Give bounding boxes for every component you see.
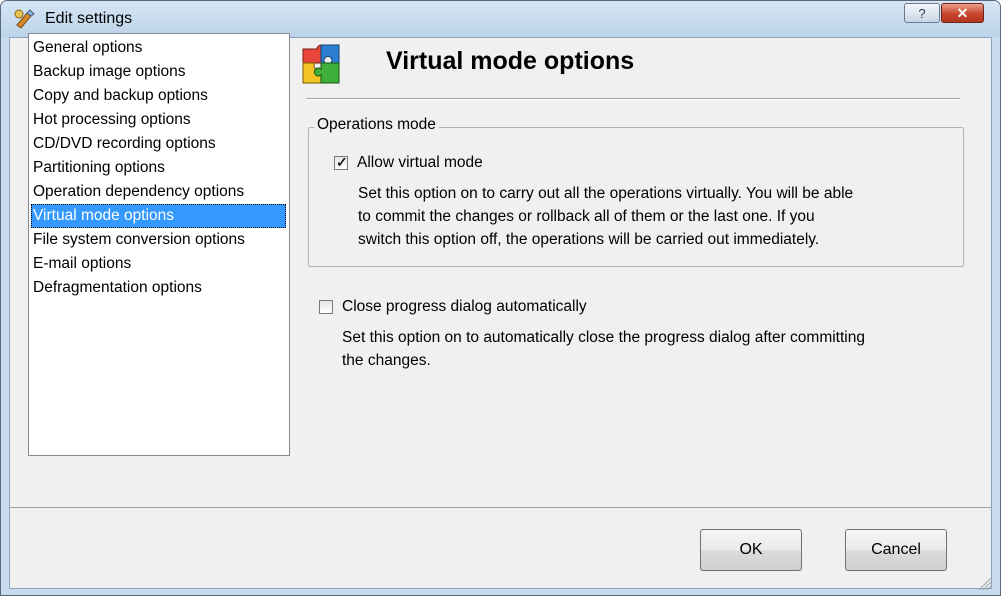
- page-title: Virtual mode options: [386, 47, 635, 75]
- list-item-partitioning[interactable]: Partitioning options: [31, 156, 286, 180]
- list-item-hot-processing[interactable]: Hot processing options: [31, 108, 286, 132]
- allow-virtual-mode-description-1: Set this option on to carry out all the …: [358, 185, 854, 202]
- header-divider: [306, 98, 960, 100]
- puzzle-icon: [302, 44, 340, 84]
- ok-button[interactable]: OK: [700, 529, 802, 571]
- window-title: Edit settings: [45, 10, 133, 27]
- close-progress-checkbox[interactable]: [319, 300, 333, 314]
- close-progress-label[interactable]: Close progress dialog automatically: [342, 295, 587, 318]
- list-item-copy-backup[interactable]: Copy and backup options: [31, 84, 286, 108]
- allow-virtual-mode-description-2: to commit the changes or rollback all of…: [358, 208, 815, 225]
- edit-settings-window: Edit settings ? ✕ General options Backup…: [0, 0, 1001, 596]
- close-button[interactable]: ✕: [941, 3, 984, 23]
- list-item-general[interactable]: General options: [31, 36, 286, 60]
- title-bar[interactable]: Edit settings ? ✕: [1, 1, 1000, 37]
- list-item-cd-dvd[interactable]: CD/DVD recording options: [31, 132, 286, 156]
- help-button[interactable]: ?: [904, 3, 940, 23]
- list-item-virtual-mode[interactable]: Virtual mode options: [31, 204, 286, 228]
- list-item-backup-image[interactable]: Backup image options: [31, 60, 286, 84]
- allow-virtual-mode-checkbox[interactable]: ✓: [334, 154, 348, 170]
- checkmark-icon: ✓: [336, 154, 348, 170]
- allow-virtual-mode-description-3: switch this option off, the operations w…: [358, 231, 820, 248]
- list-item-email[interactable]: E-mail options: [31, 252, 286, 276]
- close-progress-description-2: the changes.: [342, 352, 431, 369]
- footer-divider: [9, 507, 992, 508]
- list-item-operation-dependency[interactable]: Operation dependency options: [31, 180, 286, 204]
- list-item-defragmentation[interactable]: Defragmentation options: [31, 276, 286, 300]
- close-progress-description-1: Set this option on to automatically clos…: [342, 329, 865, 346]
- allow-virtual-mode-label[interactable]: Allow virtual mode: [357, 151, 483, 174]
- close-icon: ✕: [956, 5, 969, 21]
- operations-mode-label: Operations mode: [314, 116, 439, 134]
- cancel-button[interactable]: Cancel: [845, 529, 947, 571]
- list-item-file-system-conversion[interactable]: File system conversion options: [31, 228, 286, 252]
- settings-category-list[interactable]: General options Backup image options Cop…: [28, 33, 290, 456]
- settings-tool-icon: [14, 9, 35, 29]
- resize-grip-icon[interactable]: [976, 575, 992, 591]
